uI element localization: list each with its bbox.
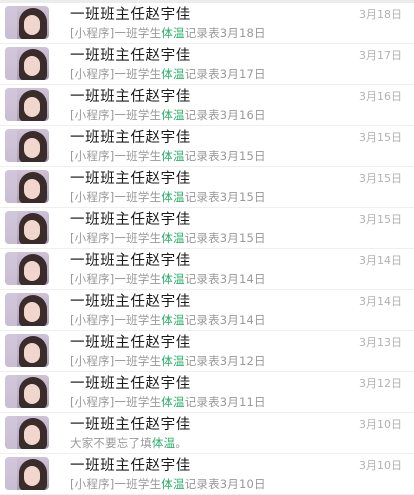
chat-list-item[interactable]: 一班班主任赵宇佳 3月14日 [小程序]一班学生体温记录表3月14日 xyxy=(0,249,414,290)
message-time: 3月13日 xyxy=(359,336,402,349)
chat-list-item[interactable]: 一班班主任赵宇佳 3月17日 [小程序]一班学生体温记录表3月17日 xyxy=(0,44,414,85)
preview-text: [小程序]一班学生 xyxy=(70,190,162,204)
chat-list-item[interactable]: 一班班主任赵宇佳 3月15日 [小程序]一班学生体温记录表3月15日 xyxy=(0,167,414,208)
sender-name: 一班班主任赵宇佳 xyxy=(70,171,191,187)
message-time: 3月14日 xyxy=(359,295,402,308)
message-preview: [小程序]一班学生体温记录表3月15日 xyxy=(70,148,266,164)
avatar[interactable] xyxy=(5,211,49,244)
message-preview: [小程序]一班学生体温记录表3月16日 xyxy=(70,107,266,123)
preview-text: [小程序]一班学生 xyxy=(70,108,162,122)
avatar[interactable] xyxy=(5,6,49,39)
sender-name: 一班班主任赵宇佳 xyxy=(70,335,191,351)
keyword-highlight: 体温 xyxy=(161,26,185,40)
message-preview: [小程序]一班学生体温记录表3月14日 xyxy=(70,312,266,328)
chat-list-item[interactable]: 一班班主任赵宇佳 3月15日 [小程序]一班学生体温记录表3月15日 xyxy=(0,126,414,167)
keyword-highlight: 体温 xyxy=(161,477,185,491)
preview-text: [小程序]一班学生 xyxy=(70,395,162,409)
preview-text: 记录表3月14日 xyxy=(184,272,266,286)
preview-text: 记录表3月16日 xyxy=(184,108,266,122)
message-preview: [小程序]一班学生体温记录表3月12日 xyxy=(70,353,266,369)
message-time: 3月10日 xyxy=(359,459,402,472)
preview-text: 记录表3月15日 xyxy=(184,149,266,163)
sender-name: 一班班主任赵宇佳 xyxy=(70,7,191,23)
sender-name: 一班班主任赵宇佳 xyxy=(70,376,191,392)
keyword-highlight: 体温 xyxy=(161,272,185,286)
message-time: 3月15日 xyxy=(359,131,402,144)
message-preview: [小程序]一班学生体温记录表3月17日 xyxy=(70,66,266,82)
message-preview: [小程序]一班学生体温记录表3月15日 xyxy=(70,189,266,205)
chat-list-item[interactable]: 一班班主任赵宇佳 3月10日 [小程序]一班学生体温记录表3月10日 xyxy=(0,454,414,495)
keyword-highlight: 体温 xyxy=(161,190,185,204)
message-preview: 大家不要忘了填体温。 xyxy=(70,435,187,451)
preview-text: 大家不要忘了填 xyxy=(70,436,152,450)
chat-list-item[interactable]: 一班班主任赵宇佳 3月16日 [小程序]一班学生体温记录表3月16日 xyxy=(0,85,414,126)
message-time: 3月17日 xyxy=(359,49,402,62)
preview-text: 记录表3月11日 xyxy=(184,395,266,409)
message-preview: [小程序]一班学生体温记录表3月18日 xyxy=(70,25,266,41)
preview-text: [小程序]一班学生 xyxy=(70,313,162,327)
avatar[interactable] xyxy=(5,129,49,162)
message-time: 3月15日 xyxy=(359,172,402,185)
preview-text: 记录表3月15日 xyxy=(184,231,266,245)
keyword-highlight: 体温 xyxy=(161,149,185,163)
avatar[interactable] xyxy=(5,457,49,490)
avatar[interactable] xyxy=(5,88,49,121)
preview-text: [小程序]一班学生 xyxy=(70,354,162,368)
avatar[interactable] xyxy=(5,416,49,449)
preview-text: [小程序]一班学生 xyxy=(70,231,162,245)
preview-text: 记录表3月14日 xyxy=(184,313,266,327)
sender-name: 一班班主任赵宇佳 xyxy=(70,130,191,146)
preview-text: 记录表3月17日 xyxy=(184,67,266,81)
preview-text: [小程序]一班学生 xyxy=(70,272,162,286)
sender-name: 一班班主任赵宇佳 xyxy=(70,458,191,474)
message-preview: [小程序]一班学生体温记录表3月15日 xyxy=(70,230,266,246)
preview-text: [小程序]一班学生 xyxy=(70,477,162,491)
chat-list-item[interactable]: 一班班主任赵宇佳 3月10日 大家不要忘了填体温。 xyxy=(0,413,414,454)
avatar[interactable] xyxy=(5,375,49,408)
chat-list-item[interactable]: 一班班主任赵宇佳 3月18日 [小程序]一班学生体温记录表3月18日 xyxy=(0,3,414,44)
sender-name: 一班班主任赵宇佳 xyxy=(70,89,191,105)
message-time: 3月15日 xyxy=(359,213,402,226)
keyword-highlight: 体温 xyxy=(161,67,185,81)
keyword-highlight: 体温 xyxy=(161,313,185,327)
message-time: 3月18日 xyxy=(359,8,402,21)
preview-text: 记录表3月12日 xyxy=(184,354,266,368)
sender-name: 一班班主任赵宇佳 xyxy=(70,48,191,64)
avatar[interactable] xyxy=(5,170,49,203)
message-time: 3月16日 xyxy=(359,90,402,103)
keyword-highlight: 体温 xyxy=(161,354,185,368)
keyword-highlight: 体温 xyxy=(161,395,185,409)
preview-text: 记录表3月15日 xyxy=(184,190,266,204)
sender-name: 一班班主任赵宇佳 xyxy=(70,417,191,433)
preview-text: 记录表3月18日 xyxy=(184,26,266,40)
avatar[interactable] xyxy=(5,293,49,326)
avatar[interactable] xyxy=(5,252,49,285)
message-time: 3月12日 xyxy=(359,377,402,390)
chat-list-item[interactable]: 一班班主任赵宇佳 3月13日 [小程序]一班学生体温记录表3月12日 xyxy=(0,331,414,372)
preview-text: [小程序]一班学生 xyxy=(70,26,162,40)
chat-list-item[interactable]: 一班班主任赵宇佳 3月12日 [小程序]一班学生体温记录表3月11日 xyxy=(0,372,414,413)
message-preview: [小程序]一班学生体温记录表3月10日 xyxy=(70,476,266,492)
avatar[interactable] xyxy=(5,334,49,367)
sender-name: 一班班主任赵宇佳 xyxy=(70,212,191,228)
message-time: 3月10日 xyxy=(359,418,402,431)
sender-name: 一班班主任赵宇佳 xyxy=(70,294,191,310)
message-time: 3月14日 xyxy=(359,254,402,267)
preview-text: [小程序]一班学生 xyxy=(70,67,162,81)
keyword-highlight: 体温 xyxy=(161,108,185,122)
sender-name: 一班班主任赵宇佳 xyxy=(70,253,191,269)
chat-list-item[interactable]: 一班班主任赵宇佳 3月14日 [小程序]一班学生体温记录表3月14日 xyxy=(0,290,414,331)
preview-text: 。 xyxy=(175,436,188,450)
keyword-highlight: 体温 xyxy=(151,436,176,450)
chat-search-results: 一班班主任赵宇佳 3月18日 [小程序]一班学生体温记录表3月18日 一班班主任… xyxy=(0,3,414,495)
avatar[interactable] xyxy=(5,47,49,80)
message-preview: [小程序]一班学生体温记录表3月14日 xyxy=(70,271,266,287)
chat-list-item[interactable]: 一班班主任赵宇佳 3月15日 [小程序]一班学生体温记录表3月15日 xyxy=(0,208,414,249)
message-preview: [小程序]一班学生体温记录表3月11日 xyxy=(70,394,266,410)
preview-text: [小程序]一班学生 xyxy=(70,149,162,163)
keyword-highlight: 体温 xyxy=(161,231,185,245)
preview-text: 记录表3月10日 xyxy=(184,477,266,491)
